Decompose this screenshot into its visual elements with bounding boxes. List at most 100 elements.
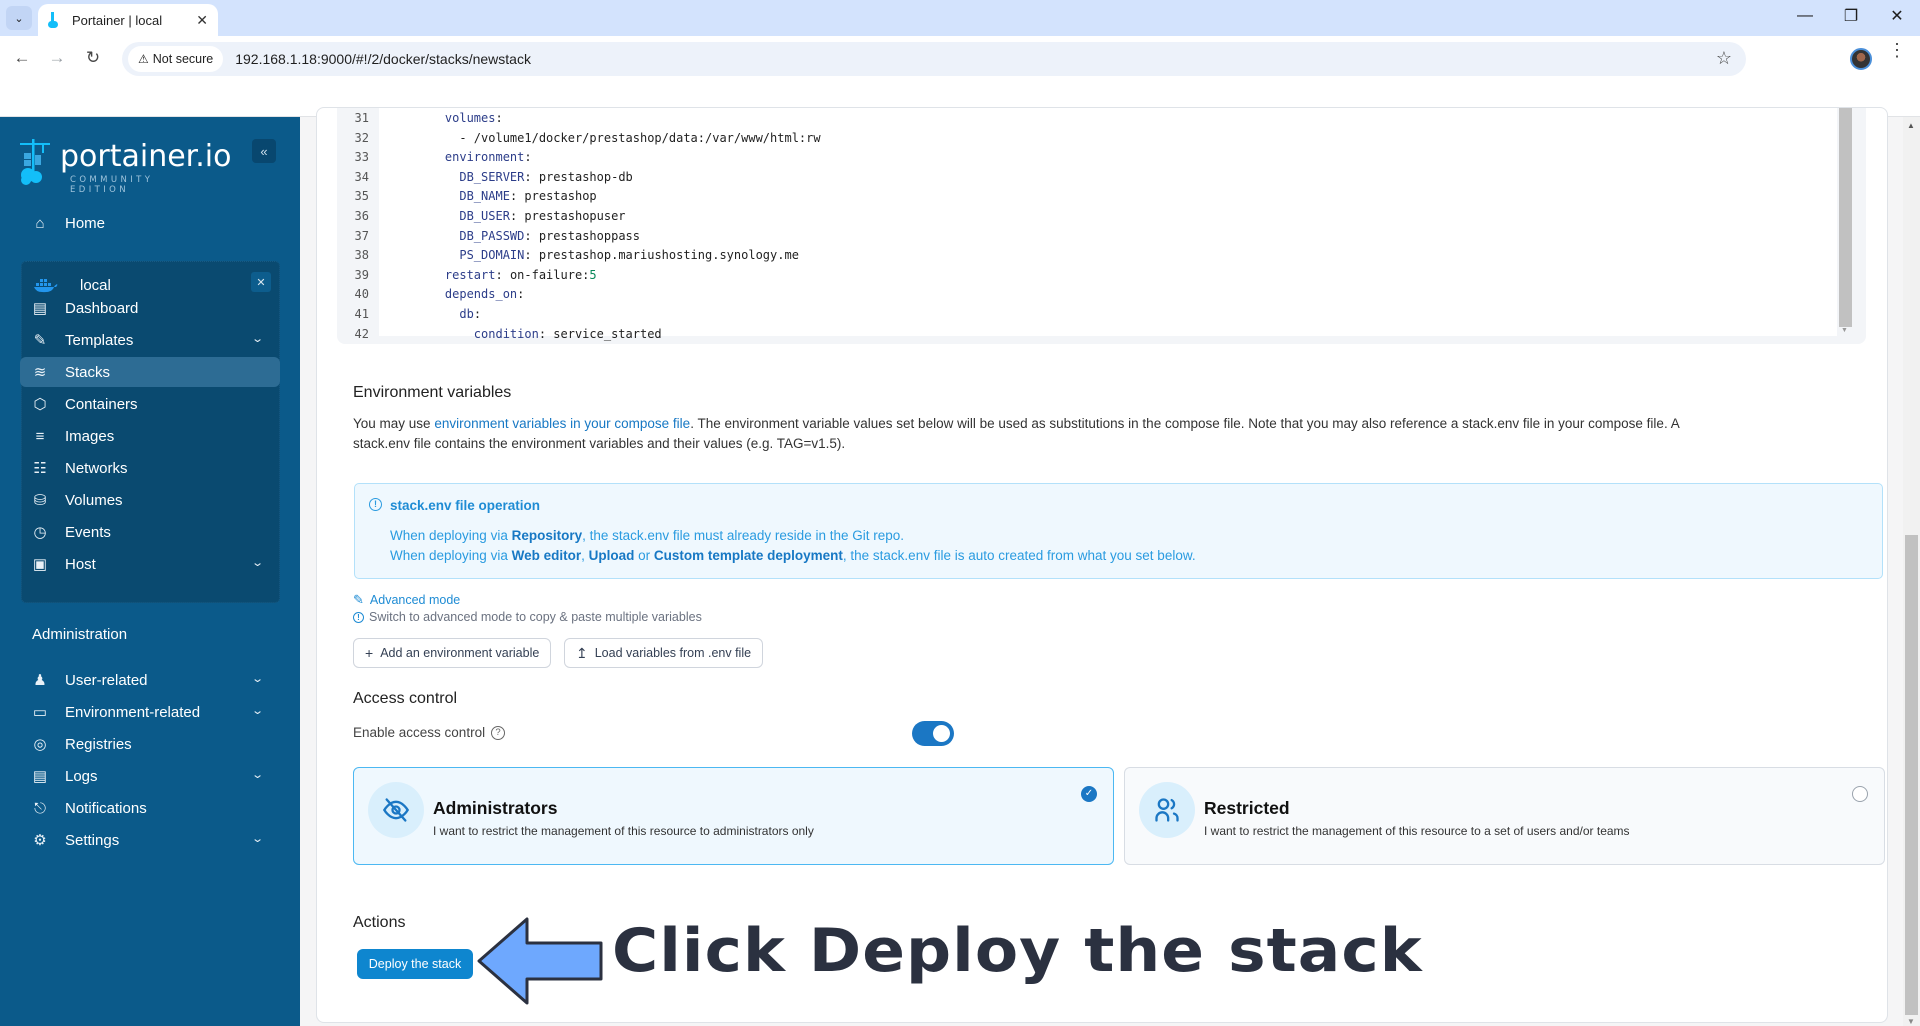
- code-line[interactable]: 38 PS_DOMAIN: prestashop.mariushosting.s…: [337, 245, 1837, 265]
- close-window-icon[interactable]: ✕: [1874, 0, 1920, 32]
- unselected-radio-icon[interactable]: [1852, 786, 1868, 802]
- address-bar[interactable]: ⚠ Not secure 192.168.1.18:9000/#!/2/dock…: [122, 42, 1746, 76]
- create-stack-card: 31 volumes: 32 - /volume1/docker/prestash…: [316, 107, 1888, 1023]
- code-text: volumes:: [444, 111, 503, 125]
- line-number: 37: [354, 228, 369, 243]
- chevron-down-icon[interactable]: ⌄: [251, 672, 264, 685]
- security-indicator[interactable]: ⚠ Not secure: [128, 46, 224, 72]
- clear-environment-button[interactable]: ✕: [251, 272, 271, 292]
- environment-variables-heading: Environment variables: [353, 384, 512, 401]
- code-line[interactable]: 42 condition: service_started: [337, 324, 1837, 344]
- sidebar-item-label: Templates: [65, 331, 134, 349]
- line-number: 31: [354, 111, 369, 125]
- annotation-arrow-icon: [477, 917, 603, 1005]
- sidebar-item-images[interactable]: ≡ Images: [20, 421, 280, 451]
- bookmark-star-icon[interactable]: ☆: [1716, 48, 1732, 69]
- chevron-down-icon[interactable]: ⌄: [251, 704, 264, 717]
- code-line[interactable]: 33 environment:: [337, 147, 1837, 167]
- sidebar-item-templates[interactable]: ✎ Templates ⌄: [20, 325, 280, 355]
- editor-scrollbar-thumb[interactable]: [1839, 108, 1852, 327]
- environment-variables-description: You may use environment variables in you…: [353, 414, 1873, 454]
- selected-check-icon: ✓: [1081, 786, 1097, 802]
- tab-title: Portainer | local: [72, 12, 163, 28]
- sidebar-item-home[interactable]: ⌂ Home: [20, 208, 280, 238]
- compose-editor[interactable]: 31 volumes: 32 - /volume1/docker/prestash…: [337, 108, 1866, 344]
- sidebar-item-stacks[interactable]: ≋ Stacks: [20, 357, 280, 387]
- chevron-down-icon[interactable]: ⌄: [251, 556, 264, 569]
- sidebar-item-volumes[interactable]: ⛁ Volumes: [20, 485, 280, 515]
- scroll-down-arrow-icon[interactable]: ▼: [1907, 1017, 1915, 1026]
- sidebar-item-label: User-related: [65, 671, 148, 689]
- access-control-toggle[interactable]: [912, 721, 954, 746]
- chevron-down-icon[interactable]: ⌄: [251, 332, 264, 345]
- back-icon[interactable]: ←: [10, 48, 34, 68]
- line-number: 39: [354, 267, 369, 282]
- browser-menu-icon[interactable]: ⋮: [1888, 41, 1906, 59]
- chevron-down-icon[interactable]: ⌄: [251, 832, 264, 845]
- scroll-up-arrow-icon[interactable]: ▲: [1907, 121, 1915, 130]
- load-env-file-button[interactable]: ↥ Load variables from .env file: [564, 638, 764, 668]
- info-box-title: stack.env file operation: [390, 498, 541, 513]
- sidebar-item-user-related[interactable]: ♟ User-related ⌄: [20, 665, 280, 695]
- code-line[interactable]: 41 db:: [337, 304, 1837, 324]
- sidebar-item-dashboard[interactable]: ▤ Dashboard: [20, 293, 280, 323]
- sidebar-item-events[interactable]: ◷ Events: [20, 517, 280, 547]
- profile-avatar[interactable]: [1850, 48, 1872, 70]
- sidebar-item-registries[interactable]: ◎ Registries: [20, 729, 280, 759]
- option-title: Restricted: [1204, 798, 1290, 818]
- environment-name: local: [80, 276, 111, 294]
- code-line[interactable]: 37 DB_PASSWD: prestashoppass: [337, 226, 1837, 246]
- page-scrollbar-thumb[interactable]: [1905, 535, 1918, 1015]
- code-line[interactable]: 34 DB_SERVER: prestashop-db: [337, 167, 1837, 187]
- code-line[interactable]: 36 DB_USER: prestashopuser: [337, 206, 1837, 226]
- reload-icon[interactable]: ↻: [81, 48, 105, 68]
- sidebar-item-networks[interactable]: ☷ Networks: [20, 453, 280, 483]
- tab-search-button[interactable]: ⌄: [6, 6, 32, 30]
- sidebar-item-containers[interactable]: ⬡ Containers: [20, 389, 280, 419]
- security-label: Not secure: [152, 52, 214, 66]
- page-scrollbar[interactable]: ▲ ▼: [1903, 117, 1920, 1026]
- portainer-logo[interactable]: portainer.io COMMUNITY EDITION: [18, 137, 232, 195]
- code-line[interactable]: 35 DB_NAME: prestashop: [337, 186, 1837, 206]
- line-number: 33: [354, 150, 369, 165]
- code-text: - /volume1/docker/prestashop/data:/var/w…: [459, 130, 821, 145]
- advanced-mode-link[interactable]: ✎ Advanced mode: [353, 592, 460, 608]
- scroll-down-arrow-icon[interactable]: ▼: [1841, 327, 1848, 334]
- add-environment-variable-button[interactable]: + Add an environment variable: [353, 638, 552, 668]
- sidebar-item-logs[interactable]: ▤ Logs ⌄: [20, 761, 280, 791]
- info-icon: !: [369, 498, 382, 511]
- env-vars-docs-link[interactable]: environment variables in your compose fi…: [434, 416, 690, 431]
- window-controls: — ❐ ✕: [1782, 0, 1920, 36]
- sidebar-item-settings[interactable]: ⚙ Settings ⌄: [20, 825, 280, 855]
- sidebar-item-host[interactable]: ▣ Host ⌄: [20, 549, 280, 579]
- radio-icon: ◎: [33, 736, 47, 753]
- sidebar-item-label: Containers: [65, 395, 138, 413]
- chevron-down-icon[interactable]: ⌄: [251, 768, 264, 781]
- sidebar-item-environment-related[interactable]: ▭ Environment-related ⌄: [20, 697, 280, 727]
- administration-heading: Administration: [32, 626, 128, 643]
- browser-tab[interactable]: Portainer | local ✕: [38, 4, 218, 36]
- access-option-administrators[interactable]: Administrators I want to restrict the ma…: [353, 767, 1114, 865]
- url-text[interactable]: 192.168.1.18:9000/#!/2/docker/stacks/new…: [235, 51, 531, 67]
- code-line[interactable]: 40 depends_on:: [337, 284, 1837, 304]
- line-number: 38: [354, 248, 369, 263]
- deploy-stack-button[interactable]: Deploy the stack: [357, 949, 473, 979]
- help-icon[interactable]: ?: [491, 725, 506, 740]
- forward-icon[interactable]: →: [45, 48, 69, 68]
- option-description: I want to restrict the management of thi…: [1204, 824, 1630, 838]
- sidebar-item-notifications[interactable]: ⎋ Notifications: [20, 793, 280, 823]
- editor-content[interactable]: 31 volumes: 32 - /volume1/docker/prestash…: [337, 108, 1837, 341]
- code-line[interactable]: 31 volumes:: [337, 108, 1837, 128]
- minimize-icon[interactable]: —: [1782, 0, 1828, 32]
- access-option-restricted[interactable]: Restricted I want to restrict the manage…: [1124, 767, 1885, 865]
- close-tab-icon[interactable]: ✕: [196, 12, 208, 29]
- network-icon: ☷: [33, 460, 47, 477]
- code-line[interactable]: 39 restart: on-failure:5: [337, 265, 1837, 285]
- stack-env-info-box: ! stack.env file operation When deployin…: [354, 483, 1883, 579]
- line-number: 40: [354, 287, 369, 302]
- editor-scrollbar[interactable]: ▼: [1838, 108, 1852, 336]
- sidebar-item-label: Environment-related: [65, 703, 201, 721]
- restore-icon[interactable]: ❐: [1828, 0, 1874, 32]
- collapse-sidebar-button[interactable]: «: [252, 139, 276, 163]
- code-line[interactable]: 32 - /volume1/docker/prestashop/data:/va…: [337, 128, 1837, 148]
